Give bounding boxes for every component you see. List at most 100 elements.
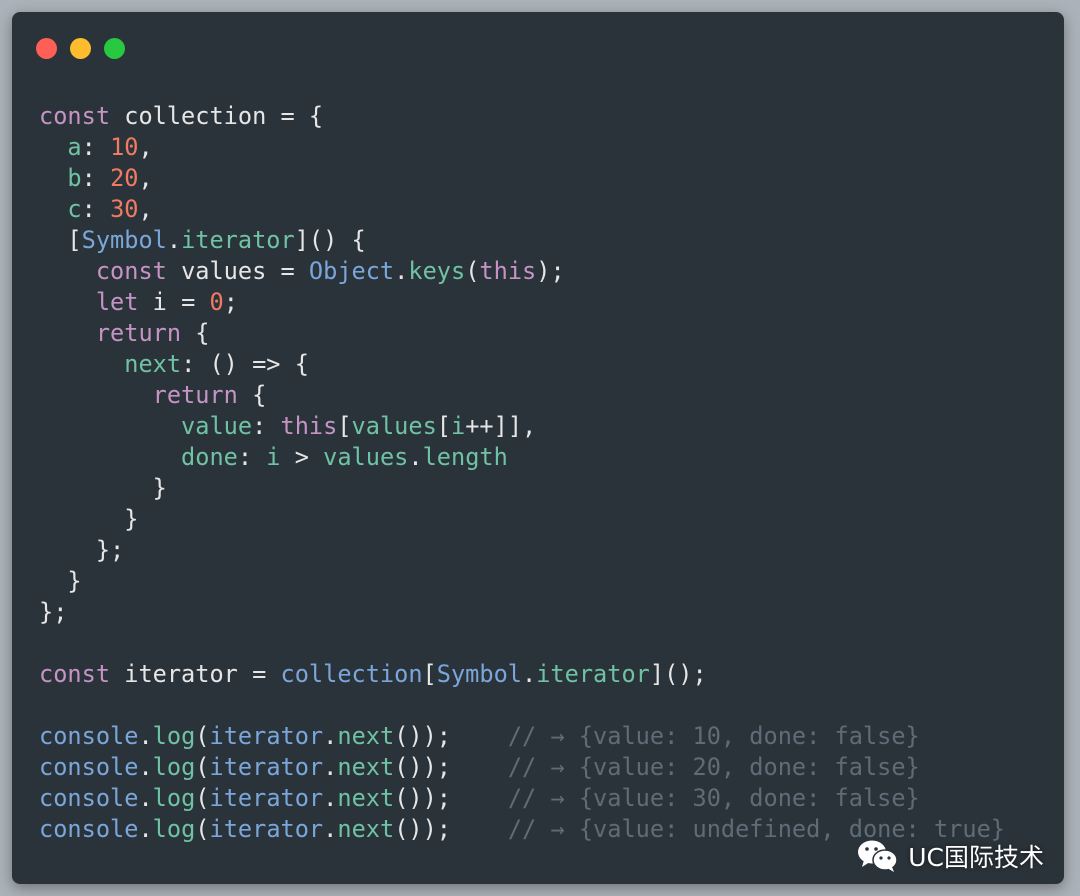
code-token: console — [39, 753, 139, 781]
code-token: : — [81, 164, 111, 192]
code-token: i — [266, 443, 281, 471]
code-token: c — [67, 195, 82, 223]
code-token: // → {value: 30, done: false} — [507, 784, 920, 812]
code-line: return { — [39, 380, 1005, 411]
code-token: : — [237, 443, 267, 471]
code-token: collection = { — [110, 102, 324, 130]
code-line: done: i > values.length — [39, 442, 1005, 473]
code-token: } — [39, 474, 167, 502]
code-line: console.log(iterator.next()); // → {valu… — [39, 752, 1005, 783]
minimize-button[interactable] — [70, 38, 91, 59]
code-line: return { — [39, 318, 1005, 349]
code-token: 10 — [110, 133, 139, 161]
code-token: . — [408, 443, 423, 471]
code-token: : — [252, 412, 281, 440]
code-line: const iterator = collection[Symbol.itera… — [39, 659, 1005, 690]
code-token: collection — [280, 660, 423, 688]
code-token: log — [152, 753, 196, 781]
code-token: } — [39, 505, 139, 533]
code-token: . — [138, 753, 153, 781]
code-token: Symbol — [81, 226, 167, 254]
code-line: console.log(iterator.next()); // → {valu… — [39, 721, 1005, 752]
code-token: values — [351, 412, 437, 440]
code-token: }; — [39, 598, 68, 626]
code-token: , — [138, 195, 153, 223]
code-token: > — [280, 443, 324, 471]
code-line: } — [39, 504, 1005, 535]
code-token: . — [394, 257, 409, 285]
code-token: iterator — [209, 784, 324, 812]
code-line: value: this[values[i++]], — [39, 411, 1005, 442]
code-line: next: () => { — [39, 349, 1005, 380]
code-token: this — [479, 257, 537, 285]
code-token: iterator — [209, 815, 324, 843]
code-token: length — [422, 443, 508, 471]
code-token: . — [166, 226, 182, 254]
code-token: return — [152, 381, 238, 409]
code-token: // → {value: 20, done: false} — [507, 753, 920, 781]
code-line: a: 10, — [39, 132, 1005, 163]
code-token: ()); — [394, 815, 508, 843]
code-token: log — [152, 815, 196, 843]
wechat-icon — [858, 840, 898, 872]
code-line: const collection = { — [39, 101, 1005, 132]
code-token: . — [323, 815, 338, 843]
code-token: next — [337, 784, 395, 812]
code-token: , — [138, 164, 153, 192]
code-token: . — [323, 784, 338, 812]
code-token: ( — [195, 815, 210, 843]
code-token: : — [81, 133, 111, 161]
code-token: values = — [166, 257, 309, 285]
close-button[interactable] — [36, 38, 57, 59]
code-token: ](); — [649, 660, 707, 688]
code-line: }; — [39, 597, 1005, 628]
code-token: a — [67, 133, 82, 161]
code-line: } — [39, 473, 1005, 504]
code-token: . — [323, 753, 338, 781]
code-token: console — [39, 722, 139, 750]
code-line: [Symbol.iterator]() { — [39, 225, 1005, 256]
window-controls — [36, 38, 125, 59]
code-token: console — [39, 815, 139, 843]
code-token: this — [280, 412, 338, 440]
code-token: iterator — [209, 722, 324, 750]
code-token: . — [323, 722, 338, 750]
code-token: [ — [422, 660, 437, 688]
code-token: : () => { — [181, 350, 309, 378]
code-token: ( — [195, 722, 210, 750]
watermark: UC国际技术 — [856, 838, 1044, 874]
code-token: console — [39, 784, 139, 812]
code-token: b — [67, 164, 82, 192]
code-token: // → {value: 10, done: false} — [507, 722, 920, 750]
code-token: 20 — [110, 164, 139, 192]
code-token: { — [237, 381, 267, 409]
code-token: ; — [223, 288, 238, 316]
code-token: [ — [337, 412, 352, 440]
code-line: const values = Object.keys(this); — [39, 256, 1005, 287]
code-token: iterator — [209, 753, 324, 781]
code-token: ( — [195, 784, 210, 812]
code-token: 30 — [110, 195, 139, 223]
code-token: . — [138, 784, 153, 812]
code-token: const — [39, 102, 111, 130]
code-token: next — [337, 722, 395, 750]
code-token: ()); — [394, 722, 508, 750]
watermark-text: UC国际技术 — [908, 843, 1044, 872]
code-token: iterator = — [110, 660, 281, 688]
code-line: console.log(iterator.next()); // → {valu… — [39, 783, 1005, 814]
code-token: }; — [39, 536, 125, 564]
code-token: iterator — [181, 226, 295, 254]
maximize-button[interactable] — [104, 38, 125, 59]
code-token: : — [81, 195, 111, 223]
code-window: const collection = { a: 10, b: 20, c: 30… — [12, 12, 1064, 884]
